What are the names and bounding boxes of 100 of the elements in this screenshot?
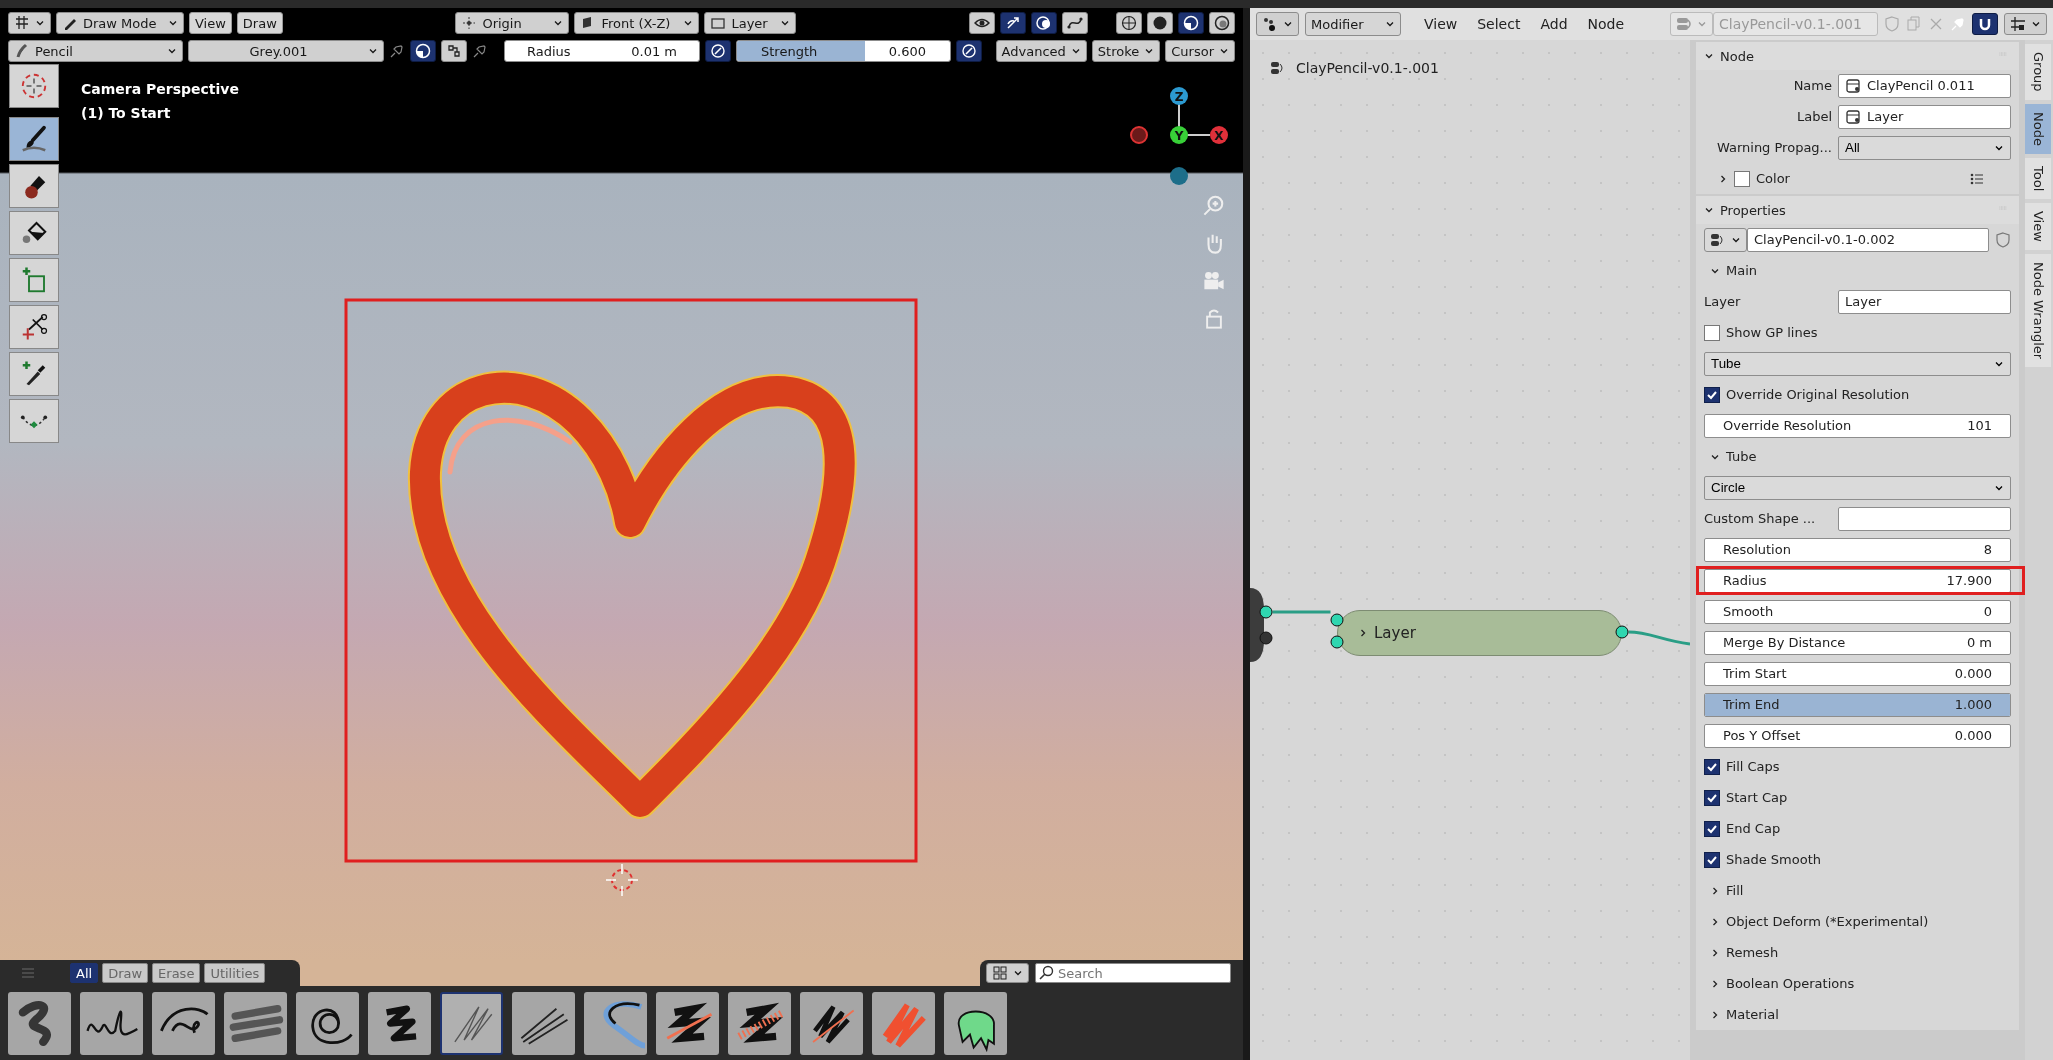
subpanel-label[interactable]: Color <box>1756 171 1790 186</box>
socket-icon[interactable] <box>1330 635 1344 649</box>
toggle-button[interactable] <box>1178 12 1204 34</box>
checkbox[interactable] <box>1704 789 1720 806</box>
panel-header[interactable]: Node <box>1696 42 2019 70</box>
checkbox[interactable] <box>1704 820 1720 837</box>
menu-button[interactable]: Select <box>1470 16 1528 32</box>
number-field[interactable]: Merge By Distance 0 m <box>1704 630 2011 655</box>
dropdown[interactable]: All <box>1838 135 2011 160</box>
subpanel-label[interactable]: Fill <box>1726 883 1744 898</box>
checkbox[interactable] <box>1704 324 1720 341</box>
number-field[interactable]: Pos Y Offset 0.000 <box>1704 723 2011 748</box>
toggle-button[interactable] <box>1031 12 1057 34</box>
panel-header[interactable]: Properties <box>1696 196 2019 224</box>
text-field[interactable] <box>1838 506 2011 531</box>
menu-button[interactable]: Node <box>1580 16 1632 32</box>
toggle-button[interactable] <box>705 40 731 62</box>
menu-button[interactable]: Draw <box>236 12 283 34</box>
editor-type-dropdown[interactable] <box>1256 12 1299 36</box>
tool-button[interactable] <box>9 305 59 349</box>
material-dropdown[interactable]: Grey.001 <box>188 40 384 62</box>
node-link[interactable] <box>1628 630 1690 646</box>
snap-mode-dropdown[interactable] <box>2004 13 2047 35</box>
brush-thumbnail[interactable] <box>800 992 863 1055</box>
strength-slider[interactable]: Strength 0.600 <box>736 40 951 62</box>
checkbox[interactable] <box>1704 386 1720 403</box>
subpanel-label[interactable]: Boolean Operations <box>1726 976 1855 991</box>
menu-button[interactable]: View <box>1417 16 1465 32</box>
subpanel-label[interactable]: Material <box>1726 1007 1779 1022</box>
toggle-button[interactable] <box>1147 12 1173 34</box>
toggle-button[interactable] <box>410 40 436 62</box>
checkbox[interactable] <box>1734 170 1750 187</box>
menu-button[interactable]: View <box>189 12 232 34</box>
subpanel-label[interactable]: Tube <box>1726 449 1757 464</box>
checkbox[interactable] <box>1704 851 1720 868</box>
subpanel-label[interactable]: Object Deform (*Experimental) <box>1726 914 1929 929</box>
text-field[interactable]: Layer <box>1838 104 2011 129</box>
socket-icon[interactable] <box>1259 605 1273 619</box>
text-field[interactable]: Layer <box>1838 289 2011 314</box>
display-mode-dropdown[interactable] <box>986 963 1029 983</box>
toggle-button[interactable] <box>1000 12 1026 34</box>
radius-field[interactable]: Radius 0.01 m <box>504 40 700 62</box>
brush-thumbnail[interactable] <box>872 992 935 1055</box>
graph-node[interactable]: Layer <box>1337 610 1622 656</box>
checkbox[interactable] <box>1704 758 1720 775</box>
brush-thumbnail[interactable] <box>80 992 143 1055</box>
text-field[interactable]: ClayPencil-v0.1-0.002 <box>1747 227 1989 252</box>
tool-button[interactable] <box>9 117 59 161</box>
sidebar-tab[interactable]: Tool <box>2025 157 2051 199</box>
toggle-button[interactable] <box>1062 12 1088 34</box>
node-link[interactable] <box>1272 610 1331 614</box>
shelf-tab[interactable]: All <box>70 963 99 983</box>
text-field[interactable]: ClayPencil 0.011 <box>1838 73 2011 98</box>
brush-thumbnail[interactable] <box>656 992 719 1055</box>
brush-thumbnail[interactable] <box>296 992 359 1055</box>
brush-thumbnail[interactable] <box>584 992 647 1055</box>
number-slider[interactable]: Trim End 1.000 <box>1704 692 2011 717</box>
toggle-button[interactable] <box>441 40 467 62</box>
menu-dropdown[interactable]: Cursor <box>1165 40 1235 62</box>
brush-thumbnail[interactable] <box>224 992 287 1055</box>
editor-type-dropdown[interactable] <box>8 12 51 34</box>
brush-thumbnail[interactable] <box>368 992 431 1055</box>
toggle-button[interactable] <box>956 40 982 62</box>
menu-dropdown[interactable]: Stroke <box>1091 40 1161 62</box>
sidebar-tab[interactable]: Node Wrangler <box>2025 253 2051 367</box>
brush-thumbnail[interactable] <box>8 992 71 1055</box>
brush-thumbnail[interactable] <box>728 992 791 1055</box>
shelf-tab[interactable]: Draw <box>102 963 149 983</box>
number-field[interactable]: Radius 17.900 <box>1704 568 2011 593</box>
toggle-button[interactable] <box>1209 12 1235 34</box>
toggle-button[interactable] <box>1116 12 1142 34</box>
sidebar-tab[interactable]: View <box>2025 202 2051 250</box>
brush-thumbnail[interactable] <box>440 992 503 1055</box>
sidebar-tab[interactable]: Node <box>2025 103 2051 154</box>
socket-icon[interactable] <box>1330 613 1344 627</box>
sidebar-tab[interactable]: Group <box>2025 44 2051 100</box>
brush-thumbnail[interactable] <box>944 992 1007 1055</box>
search-field[interactable]: Search <box>1035 963 1231 983</box>
orientation-dropdown[interactable]: Front (X-Z) <box>574 12 700 34</box>
subpanel-label[interactable]: Main <box>1726 263 1758 278</box>
mode-dropdown[interactable]: Draw Mode <box>56 12 184 34</box>
toggle-button[interactable] <box>969 12 995 34</box>
menu-dropdown[interactable]: Advanced <box>995 40 1087 62</box>
menu-button[interactable]: Add <box>1533 16 1575 32</box>
tool-button[interactable] <box>9 164 59 208</box>
dropdown[interactable]: Tube <box>1704 351 2011 376</box>
datablock-dropdown[interactable] <box>1704 227 1747 252</box>
tool-button[interactable] <box>9 211 59 255</box>
layer-dropdown[interactable]: Layer <box>704 12 797 34</box>
dropdown[interactable]: Circle <box>1704 475 2011 500</box>
node-group-dropdown[interactable] <box>1670 12 1713 36</box>
snap-button[interactable] <box>1972 13 1998 35</box>
number-field[interactable]: Trim Start 0.000 <box>1704 661 2011 686</box>
socket-icon[interactable] <box>1259 631 1273 645</box>
brush-thumbnail[interactable] <box>512 992 575 1055</box>
number-field[interactable]: Override Resolution 101 <box>1704 413 2011 438</box>
number-field[interactable]: Smooth 0 <box>1704 599 2011 624</box>
number-field[interactable]: Resolution 8 <box>1704 537 2011 562</box>
socket-icon[interactable] <box>1615 625 1629 639</box>
subpanel-label[interactable]: Remesh <box>1726 945 1779 960</box>
